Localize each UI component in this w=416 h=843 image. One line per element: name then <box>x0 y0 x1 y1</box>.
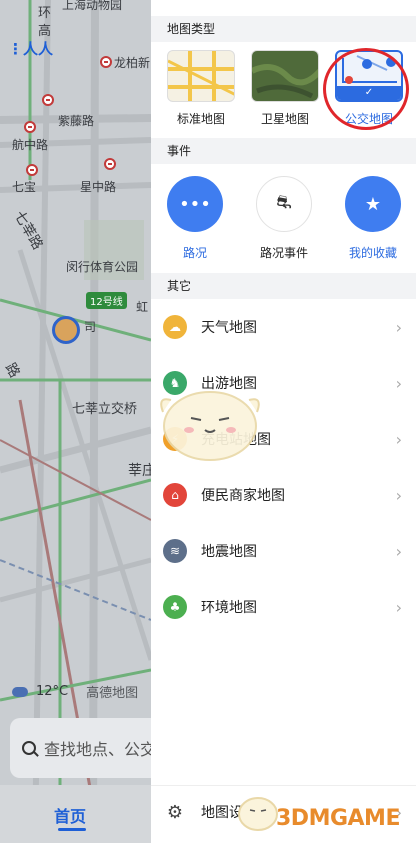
weather-widget[interactable]: 12°C 高德地图 <box>12 682 138 701</box>
map-background[interactable]: 上海动物园 环 高 ⋮人人 龙柏新 紫藤路 航中路 七宝 星中路 七莘路 闵行体… <box>0 0 151 843</box>
map-label: 星中路 <box>80 180 117 194</box>
metro-station-icon[interactable] <box>24 121 36 133</box>
metro-station-icon[interactable] <box>42 94 54 106</box>
map-label: 龙柏新 <box>114 56 151 70</box>
standard-map-thumbnail <box>167 50 235 102</box>
other-item-label: 地震地图 <box>201 544 257 560</box>
other-item-environment-map[interactable]: ♣ 环境地图 › <box>151 579 416 635</box>
other-item-merchant-map[interactable]: ⌂ 便民商家地图 › <box>151 467 416 523</box>
satellite-map-thumbnail <box>251 50 319 102</box>
map-label: 莘庄 <box>128 463 151 479</box>
map-type-standard[interactable]: 标准地图 <box>167 50 235 127</box>
event-favorites[interactable]: ★ 我的收藏 <box>333 176 413 261</box>
map-label: 上海动物园 <box>62 0 123 12</box>
metro-station-icon[interactable] <box>100 56 112 68</box>
chevron-right-icon: › <box>395 597 402 617</box>
event-label: 路况 <box>182 246 207 260</box>
tab-home-indicator <box>58 828 86 831</box>
search-placeholder: 查找地点、公交 <box>44 740 151 759</box>
weather-temp: 12°C <box>36 684 69 699</box>
event-traffic[interactable]: ••• 路况 <box>155 176 235 261</box>
tree-icon: ♣ <box>163 595 187 619</box>
section-header-events: 事件 <box>151 138 416 164</box>
other-item-label: 便民商家地图 <box>201 488 285 504</box>
map-label: 环 <box>38 6 52 21</box>
app-logo-icon: ⋮人人 <box>8 40 54 58</box>
other-item-label: 天气地图 <box>201 320 257 336</box>
metro-station-icon[interactable] <box>26 164 38 176</box>
other-item-weather-map[interactable]: ☁ 天气地图 › <box>151 299 416 355</box>
metro-line-badge: 12号线 <box>86 292 127 309</box>
chevron-right-icon: › <box>395 373 402 393</box>
map-label: 高 <box>38 24 52 39</box>
car-accident-icon: ⛐ <box>256 176 312 232</box>
mascot-small-icon <box>238 797 278 831</box>
event-label: 路况事件 <box>259 246 308 260</box>
tab-home[interactable]: 首页 <box>54 803 86 827</box>
map-label: 司 <box>84 320 97 334</box>
search-input[interactable]: 查找地点、公交 <box>10 718 151 778</box>
brand-label: 高德地图 <box>86 686 139 701</box>
map-label: 七宝 <box>12 180 37 194</box>
event-traffic-incidents[interactable]: ⛐ 路况事件 <box>244 176 324 261</box>
map-label: 虹 <box>136 300 149 314</box>
gear-icon: ⚙ <box>166 801 184 823</box>
star-icon: ★ <box>345 176 401 232</box>
user-location-avatar[interactable] <box>52 316 80 344</box>
other-item-label: 环境地图 <box>201 600 257 616</box>
highlight-circle <box>323 48 409 130</box>
map-label: 七莘立交桥 <box>72 402 138 417</box>
mascot-watermark-icon <box>160 391 260 461</box>
merchant-icon: ⌂ <box>163 483 187 507</box>
chevron-right-icon: › <box>395 541 402 561</box>
other-item-earthquake-map[interactable]: ≋ 地震地图 › <box>151 523 416 579</box>
map-type-label: 标准地图 <box>176 112 225 126</box>
section-header-other: 其它 <box>151 273 416 299</box>
weather-icon: ☁ <box>163 315 187 339</box>
chevron-right-icon: › <box>395 485 402 505</box>
watermark-text: 3DMGAME <box>276 806 400 831</box>
chevron-right-icon: › <box>395 317 402 337</box>
map-label: 紫藤路 <box>58 114 95 128</box>
cloud-icon <box>12 686 28 697</box>
metro-station-icon[interactable] <box>104 158 116 170</box>
earthquake-icon: ≋ <box>163 539 187 563</box>
traffic-icon: ••• <box>167 176 223 232</box>
map-label: 航中路 <box>12 138 49 152</box>
chevron-right-icon: › <box>395 429 402 449</box>
section-header-map-type: 地图类型 <box>151 16 416 42</box>
map-label: 闵行体育公园 <box>66 260 139 274</box>
map-type-label: 卫星地图 <box>260 112 309 126</box>
search-icon <box>22 741 36 755</box>
map-type-satellite[interactable]: 卫星地图 <box>251 50 319 127</box>
event-label: 我的收藏 <box>348 246 397 260</box>
